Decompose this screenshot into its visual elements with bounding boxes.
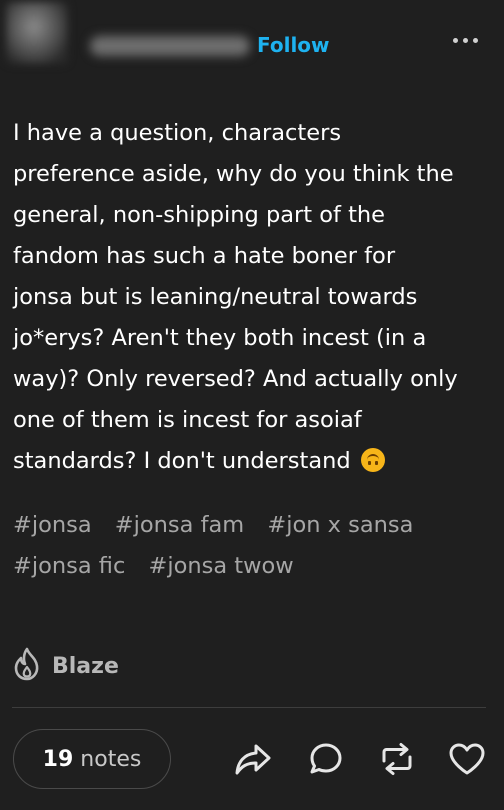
body-line-last: standards? I don't understand	[13, 441, 493, 482]
post-header: Follow	[0, 0, 504, 92]
upside-down-face-emoji-icon	[360, 448, 385, 472]
heart-icon[interactable]	[446, 738, 488, 780]
username-blurred[interactable]	[90, 36, 250, 56]
body-line: jonsa but is leaning/neutral towards	[13, 284, 418, 310]
body-line: fandom has such a hate boner for	[13, 243, 396, 269]
tag[interactable]: #jonsa	[13, 512, 92, 538]
tag[interactable]: #jonsa fam	[115, 512, 244, 538]
tag[interactable]: #jon x sansa	[267, 512, 413, 538]
reblog-icon[interactable]	[376, 738, 418, 780]
follow-button[interactable]: Follow	[257, 33, 330, 57]
post-body: I have a question, characters preference…	[13, 113, 493, 482]
flame-icon	[12, 647, 42, 685]
notes-button[interactable]: 19 notes	[13, 729, 171, 789]
speech-bubble-icon[interactable]	[305, 738, 347, 780]
more-dot	[473, 38, 478, 43]
avatar[interactable]	[6, 2, 68, 64]
body-line: one of them is incest for asoiaf	[13, 407, 362, 433]
post-card: Follow I have a question, characters pre…	[0, 0, 504, 810]
tag-row: #jonsa fic #jonsa twow	[13, 546, 493, 587]
more-dot	[453, 38, 458, 43]
notes-count: 19	[42, 746, 74, 772]
more-dot	[463, 38, 468, 43]
body-line: standards? I don't understand	[13, 448, 351, 474]
notes-label: notes	[80, 746, 142, 772]
tag-row: #jonsa #jonsa fam #jon x sansa	[13, 505, 493, 546]
share-arrow-icon[interactable]	[232, 738, 274, 780]
body-line: general, non-shipping part of the	[13, 202, 386, 228]
divider	[12, 707, 486, 708]
blaze-label: Blaze	[52, 653, 119, 679]
tag[interactable]: #jonsa twow	[149, 553, 294, 579]
body-line: jo*erys? Aren't they both incest (in a	[13, 325, 427, 351]
body-line: way)? Only reversed? And actually only	[13, 366, 458, 392]
more-options-icon[interactable]	[453, 38, 478, 43]
body-line: I have a question, characters	[13, 120, 342, 146]
blaze-button[interactable]: Blaze	[12, 647, 119, 685]
body-line: preference aside, why do you think the	[13, 161, 454, 187]
tag[interactable]: #jonsa fic	[13, 553, 125, 579]
tag-list: #jonsa #jonsa fam #jon x sansa #jonsa fi…	[13, 505, 493, 587]
